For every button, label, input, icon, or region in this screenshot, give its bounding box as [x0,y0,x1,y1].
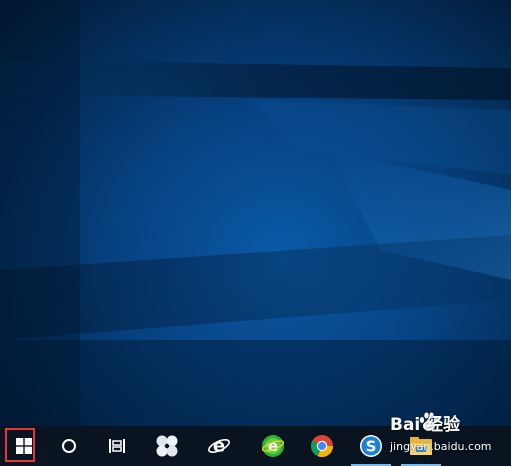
pinned-app-pinwheel[interactable] [143,426,191,466]
cortana-circle-icon [62,439,76,453]
task-view-icon [109,439,125,453]
cortana-search-button[interactable] [45,426,93,466]
pinwheel-icon [156,435,178,457]
start-button[interactable] [0,426,48,466]
browser-360-button[interactable]: e [249,426,297,466]
taskbar: e e S [0,426,511,466]
desktop-wallpaper [0,0,511,466]
internet-explorer-icon: e [208,436,230,457]
windows-logo-icon [16,438,32,454]
chrome-icon [311,435,334,458]
sogou-browser-icon: S [360,435,382,457]
svg-text:e: e [268,437,278,455]
desktop: e e S Bai 经验 jingyan.baidu.com [0,0,511,466]
task-view-button[interactable] [93,426,141,466]
file-explorer-button[interactable] [397,426,445,466]
svg-text:S: S [366,438,377,456]
internet-explorer-button[interactable]: e [195,426,243,466]
360-browser-icon: e [261,435,285,457]
chrome-button[interactable] [298,426,346,466]
sogou-browser-button[interactable]: S [347,426,395,466]
file-explorer-icon [410,437,432,455]
svg-text:e: e [213,436,225,457]
